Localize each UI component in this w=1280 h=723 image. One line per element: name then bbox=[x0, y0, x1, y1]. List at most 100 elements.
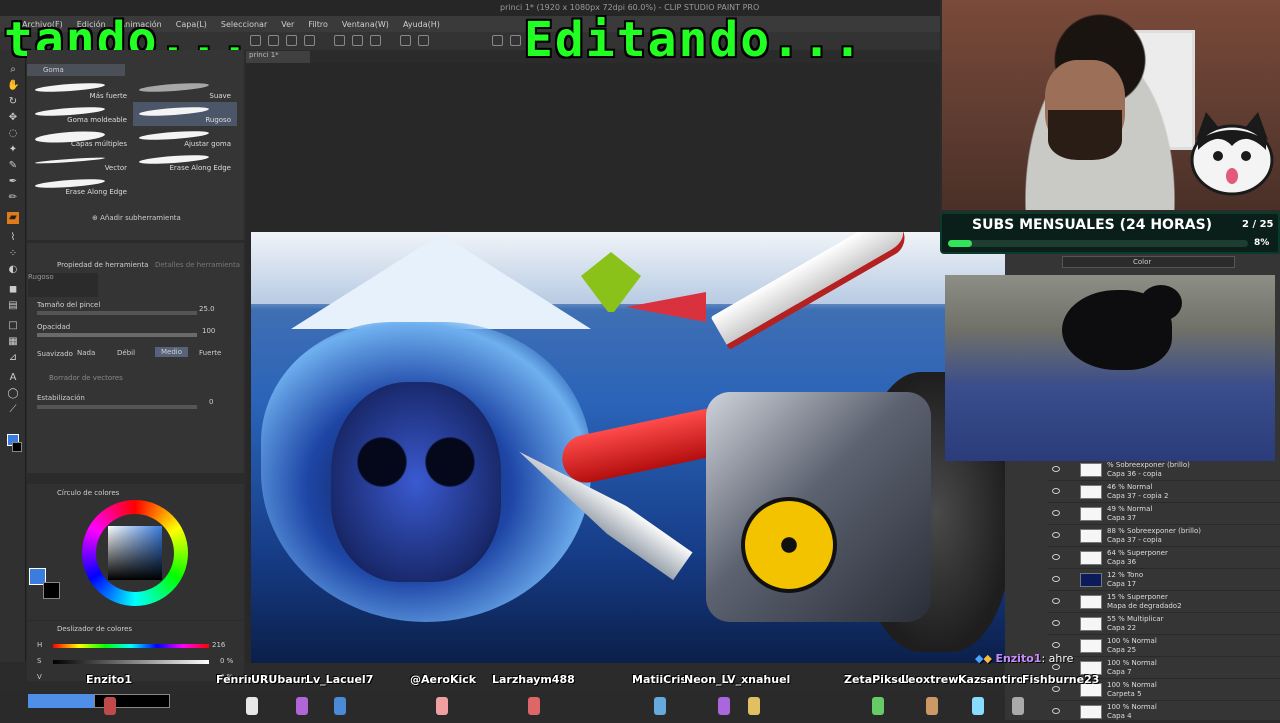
ruler-tool-icon[interactable]: ⊿ bbox=[7, 352, 19, 364]
text-icon[interactable]: A bbox=[7, 372, 19, 384]
artwork-canvas[interactable] bbox=[251, 232, 1005, 663]
frame-icon[interactable]: ▦ bbox=[7, 336, 19, 348]
opacity-slider[interactable] bbox=[37, 333, 197, 337]
smoothing-medio[interactable]: Medio bbox=[155, 347, 189, 357]
s-value[interactable]: 0 % bbox=[220, 657, 233, 665]
sub-color-chip[interactable] bbox=[43, 582, 60, 599]
layer-blend-mode: % Sobreexponer (brillo) bbox=[1107, 461, 1190, 469]
eyedropper-icon[interactable]: ✎ bbox=[7, 160, 19, 172]
eraser-icon[interactable]: ▰ bbox=[7, 212, 19, 224]
settings-icon[interactable] bbox=[370, 35, 381, 46]
ticker-username: Neon_LV_xnahuel bbox=[684, 673, 791, 686]
preset-preview[interactable]: Rugoso bbox=[28, 273, 98, 297]
viewer-avatar-sprite bbox=[104, 697, 116, 715]
smoothing-nada[interactable]: Nada bbox=[77, 349, 95, 357]
correction-icon[interactable]: ⟋ bbox=[7, 404, 19, 416]
saturation-slider[interactable] bbox=[53, 660, 209, 664]
undo-icon[interactable] bbox=[334, 35, 345, 46]
layer-color-dropdown[interactable]: Color bbox=[1062, 256, 1235, 268]
eye-icon[interactable] bbox=[1052, 554, 1060, 560]
opacity-value[interactable]: 100 bbox=[202, 327, 215, 335]
layer-row[interactable]: 12 % Tono Capa 17 bbox=[1048, 570, 1280, 591]
rotate-icon[interactable]: ↻ bbox=[7, 96, 19, 108]
pen-icon[interactable]: ✒ bbox=[7, 176, 19, 188]
open-icon[interactable] bbox=[268, 35, 279, 46]
stabilization-value[interactable]: 0 bbox=[209, 398, 213, 406]
eye-icon[interactable] bbox=[1052, 576, 1060, 582]
wand-icon[interactable]: ✦ bbox=[7, 144, 19, 156]
document-tab[interactable]: princi 1* bbox=[246, 51, 310, 63]
gradient-icon[interactable]: ▤ bbox=[7, 300, 19, 312]
brush-item[interactable]: Goma moldeable bbox=[29, 102, 133, 126]
eye-icon[interactable] bbox=[1052, 488, 1060, 494]
layer-name: Capa 37 - copia 2 bbox=[1107, 492, 1169, 500]
eye-icon[interactable] bbox=[1052, 598, 1060, 604]
layer-row[interactable]: 88 % Sobreexponer (brillo) Capa 37 - copi… bbox=[1048, 526, 1280, 547]
save-icon[interactable] bbox=[286, 35, 297, 46]
eye-icon[interactable] bbox=[1052, 466, 1060, 472]
add-subtool-button[interactable]: ⊕ Añadir subherramienta bbox=[92, 214, 181, 222]
eye-icon[interactable] bbox=[1052, 532, 1060, 538]
eye-icon[interactable] bbox=[1052, 642, 1060, 648]
layer-blend-mode: 55 % Multiplicar bbox=[1107, 615, 1164, 623]
brush-item[interactable]: Erase Along Edge bbox=[29, 174, 133, 198]
brush-item-selected[interactable]: Rugoso bbox=[133, 102, 237, 126]
h-value[interactable]: 216 bbox=[212, 641, 225, 649]
blend-icon[interactable]: ◐ bbox=[7, 264, 19, 276]
layer-row[interactable]: 15 % Superponer Mapa de degradado2 bbox=[1048, 592, 1280, 613]
menu-view[interactable]: Ver bbox=[281, 20, 294, 29]
layer-row[interactable]: 46 % Normal Capa 37 - copia 2 bbox=[1048, 482, 1280, 503]
crop-icon[interactable] bbox=[418, 35, 429, 46]
brush-item[interactable]: Erase Along Edge bbox=[133, 150, 237, 174]
layer-row[interactable]: 49 % Normal Capa 37 bbox=[1048, 504, 1280, 525]
menu-help[interactable]: Ayuda(H) bbox=[403, 20, 440, 29]
eye-icon[interactable] bbox=[1052, 686, 1060, 692]
layer-row[interactable]: 55 % Multiplicar Capa 22 bbox=[1048, 614, 1280, 635]
brush-item[interactable]: Capas múltiples bbox=[29, 126, 133, 150]
ruler-icon[interactable] bbox=[510, 35, 521, 46]
eye-icon[interactable] bbox=[1052, 620, 1060, 626]
pencil-icon[interactable]: ✏ bbox=[7, 192, 19, 204]
brush-size-slider[interactable] bbox=[37, 311, 197, 315]
move-icon[interactable]: ✥ bbox=[7, 112, 19, 124]
tab-tool-detail[interactable]: Detalles de herramienta bbox=[155, 261, 240, 269]
snap-icon[interactable] bbox=[492, 35, 503, 46]
subtool-group-tab[interactable]: Goma bbox=[27, 64, 125, 76]
color-slider-panel: Deslizador de colores H 216 S 0 % V 0 % bbox=[27, 621, 244, 681]
tab-tool-property[interactable]: Propiedad de herramienta bbox=[57, 261, 148, 269]
layer-name: Capa 36 - copia bbox=[1107, 470, 1162, 478]
saturation-value-square[interactable] bbox=[108, 526, 162, 580]
brush-size-value[interactable]: 25.0 bbox=[199, 305, 215, 313]
airbrush-icon[interactable]: ⁘ bbox=[7, 248, 19, 260]
fill-icon[interactable]: ◼ bbox=[7, 284, 19, 296]
ticker-username: Enzito1 bbox=[86, 673, 132, 686]
brush-icon[interactable]: ⌇ bbox=[7, 232, 19, 244]
hue-slider[interactable] bbox=[53, 644, 209, 648]
shape-icon[interactable]: □ bbox=[7, 320, 19, 332]
layer-row[interactable]: % Sobreexponer (brillo) Capa 36 - copia bbox=[1048, 460, 1280, 481]
redo-icon[interactable] bbox=[352, 35, 363, 46]
sub-color-swatch[interactable] bbox=[12, 442, 22, 452]
brush-item[interactable]: Suave bbox=[133, 78, 237, 102]
eye-icon[interactable] bbox=[1052, 708, 1060, 714]
balloon-icon[interactable]: ◯ bbox=[7, 388, 19, 400]
brush-item[interactable]: Ajustar goma bbox=[133, 126, 237, 150]
layer-row[interactable]: 64 % Superponer Capa 36 bbox=[1048, 548, 1280, 569]
smoothing-debil[interactable]: Débil bbox=[117, 349, 135, 357]
brush-item[interactable]: Más fuerte bbox=[29, 78, 133, 102]
new-file-icon[interactable] bbox=[250, 35, 261, 46]
stabilization-slider[interactable] bbox=[37, 405, 197, 409]
eye-icon[interactable] bbox=[1052, 510, 1060, 516]
layer-row[interactable]: 100 % Normal Capa 25 bbox=[1048, 636, 1280, 657]
viewer-avatar-sprite bbox=[436, 697, 448, 715]
layer-blend-mode: 49 % Normal bbox=[1107, 505, 1153, 513]
brush-item[interactable]: Vector bbox=[29, 150, 133, 174]
menu-filter[interactable]: Filtro bbox=[308, 20, 328, 29]
hand-icon[interactable]: ✋ bbox=[7, 80, 19, 92]
lasso-icon[interactable]: ◌ bbox=[7, 128, 19, 140]
smoothing-fuerte[interactable]: Fuerte bbox=[199, 349, 221, 357]
export-icon[interactable] bbox=[304, 35, 315, 46]
transform-icon[interactable] bbox=[400, 35, 411, 46]
menu-window[interactable]: Ventana(W) bbox=[342, 20, 389, 29]
viewer-avatar-sprite bbox=[872, 697, 884, 715]
